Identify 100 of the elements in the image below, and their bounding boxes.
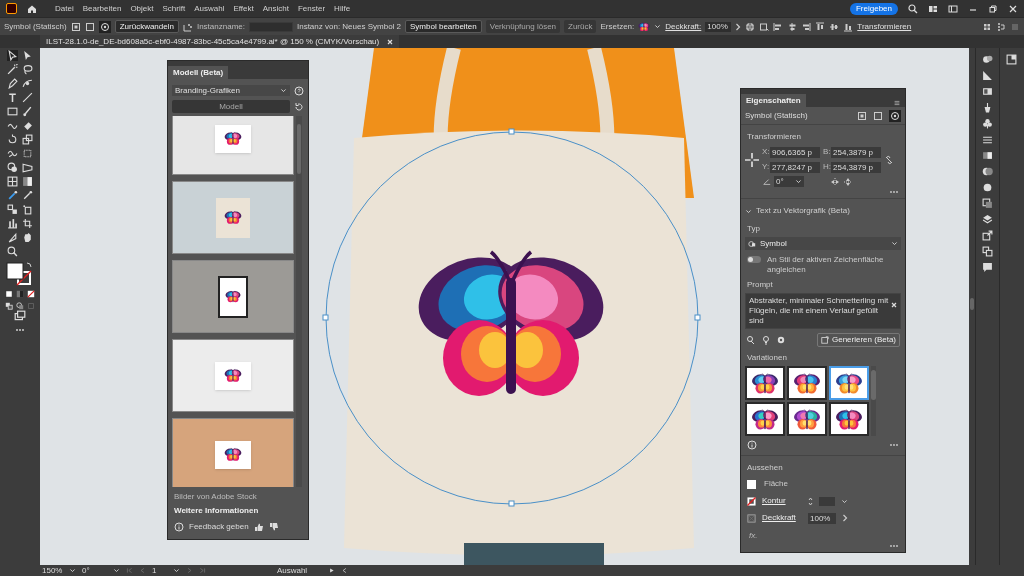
stroke-swatch[interactable] bbox=[747, 496, 756, 506]
blend-icon[interactable] bbox=[7, 204, 18, 215]
input-field[interactable]: 906,6365 p bbox=[770, 146, 820, 158]
reference-point-icon[interactable] bbox=[745, 152, 759, 167]
pen-icon[interactable] bbox=[7, 78, 18, 89]
flip-vertical-icon[interactable] bbox=[843, 176, 853, 187]
symbol-grid-icon[interactable] bbox=[182, 21, 193, 32]
panel-tab[interactable]: Modell (Beta) bbox=[168, 66, 229, 79]
properties-icon[interactable] bbox=[1006, 54, 1018, 65]
play-icon[interactable] bbox=[328, 567, 335, 574]
align-right-icon[interactable] bbox=[801, 21, 812, 32]
none-mode-icon[interactable] bbox=[27, 290, 35, 298]
align-middle-icon[interactable] bbox=[829, 21, 840, 32]
more-tools-icon[interactable] bbox=[15, 328, 25, 332]
angle-icon[interactable] bbox=[763, 177, 771, 186]
rotate-icon[interactable] bbox=[7, 134, 18, 145]
fill-swatch[interactable] bbox=[747, 479, 756, 489]
menu-item[interactable]: Objekt bbox=[130, 2, 154, 15]
brush-icon[interactable] bbox=[22, 106, 33, 117]
club-icon[interactable] bbox=[981, 118, 993, 129]
scrollbar[interactable] bbox=[296, 116, 302, 487]
gradient-panel-icon[interactable] bbox=[981, 70, 993, 81]
restore-icon[interactable] bbox=[988, 3, 998, 14]
variation-thumbnail[interactable] bbox=[829, 366, 869, 400]
share-button[interactable]: Freigeben bbox=[849, 2, 898, 15]
input-field[interactable]: 277,8247 p bbox=[770, 161, 820, 173]
dynamic-symbol-icon[interactable] bbox=[84, 21, 95, 32]
draw-normal-icon[interactable] bbox=[5, 302, 13, 310]
bar-chart-icon[interactable] bbox=[7, 218, 18, 229]
help-icon[interactable] bbox=[294, 85, 304, 96]
settings-icon[interactable] bbox=[776, 335, 786, 345]
menu-item[interactable]: Schrift bbox=[162, 2, 186, 15]
effects-button[interactable]: fx. bbox=[741, 530, 905, 542]
align-bottom-icon[interactable] bbox=[843, 21, 854, 32]
align-top-icon[interactable] bbox=[815, 21, 826, 32]
reset-icon[interactable] bbox=[294, 101, 304, 112]
color-guide-icon[interactable] bbox=[981, 54, 993, 65]
scale-icon[interactable] bbox=[22, 134, 33, 145]
mesh-icon[interactable] bbox=[7, 176, 18, 187]
zoom-icon[interactable] bbox=[7, 246, 18, 257]
panel-icon[interactable] bbox=[948, 3, 958, 14]
category-dropdown[interactable]: Branding-Grafiken bbox=[172, 85, 290, 96]
grid-icon[interactable] bbox=[982, 21, 992, 32]
dots-column-icon[interactable] bbox=[996, 21, 1006, 32]
selection-arrow-icon[interactable] bbox=[7, 50, 18, 61]
constrain-link-icon[interactable] bbox=[884, 154, 894, 165]
color-mode-icon[interactable] bbox=[5, 290, 13, 298]
opacity-label[interactable]: Deckkraft: bbox=[665, 20, 702, 33]
variation-thumbnail[interactable] bbox=[787, 402, 827, 436]
stepper-icon[interactable] bbox=[808, 496, 813, 506]
menu-item[interactable]: Hilfe bbox=[334, 2, 351, 15]
more-options-icon[interactable] bbox=[889, 190, 899, 194]
input-field[interactable]: 254,3879 p bbox=[831, 146, 881, 158]
mockup-photo[interactable] bbox=[172, 260, 294, 333]
lasso-icon[interactable] bbox=[22, 64, 33, 75]
transparency-icon[interactable] bbox=[981, 166, 993, 177]
artboards-icon[interactable] bbox=[981, 246, 993, 257]
magic-wand-icon[interactable] bbox=[7, 64, 18, 75]
dynamic-symbol-icon[interactable] bbox=[873, 110, 883, 121]
hand-icon[interactable] bbox=[22, 232, 33, 243]
screen-mode-icon[interactable] bbox=[14, 310, 26, 322]
draw-behind-icon[interactable] bbox=[16, 302, 24, 310]
align-left-icon[interactable] bbox=[773, 21, 784, 32]
line-tool-icon[interactable] bbox=[22, 92, 33, 103]
menu-item[interactable]: Datei bbox=[55, 2, 74, 15]
gradient-icon[interactable] bbox=[22, 176, 33, 187]
info-icon[interactable] bbox=[747, 440, 757, 450]
curvature-icon[interactable] bbox=[22, 78, 33, 89]
more-options-icon[interactable] bbox=[889, 443, 899, 447]
stroke-label[interactable]: Kontur bbox=[762, 495, 802, 507]
edit-symbol-button[interactable]: Symbol bearbeiten bbox=[405, 20, 482, 33]
target-icon[interactable] bbox=[98, 20, 111, 33]
free-transform-icon[interactable] bbox=[22, 148, 33, 159]
stroke-weight-field[interactable] bbox=[819, 496, 835, 506]
thumbs-down-icon[interactable] bbox=[268, 522, 279, 532]
angle-dropdown[interactable]: 0° bbox=[774, 176, 804, 187]
clear-icon[interactable] bbox=[891, 302, 897, 308]
eraser-icon[interactable] bbox=[22, 120, 33, 131]
shape-builder-icon[interactable] bbox=[7, 162, 18, 173]
globe-icon[interactable] bbox=[745, 21, 756, 32]
symbol-sprayer-icon[interactable] bbox=[22, 204, 33, 215]
home-icon[interactable] bbox=[27, 3, 37, 14]
panel-tab[interactable]: Eigenschaften bbox=[741, 94, 806, 107]
prompt-field[interactable]: Abstrakter, minimaler Schmetterling mit Flügeln, die mit einem Verlauf gefüllt sind bbox=[745, 293, 901, 329]
artboard-icon[interactable] bbox=[22, 218, 33, 229]
opacity-label[interactable]: Deckkraft bbox=[762, 512, 802, 524]
more-options-icon[interactable] bbox=[889, 544, 899, 548]
menu-item[interactable]: Effekt bbox=[233, 2, 254, 15]
type-tool-icon[interactable] bbox=[7, 92, 18, 103]
rectangle-tool-icon[interactable] bbox=[7, 106, 18, 117]
rotation-dropdown[interactable]: 0° bbox=[82, 564, 120, 576]
variation-thumbnail[interactable] bbox=[745, 366, 785, 400]
workspace-icon[interactable] bbox=[928, 3, 938, 14]
panel-menu-icon[interactable] bbox=[893, 99, 901, 107]
graphic-styles-icon[interactable] bbox=[981, 198, 993, 209]
scrollbar[interactable] bbox=[969, 48, 975, 565]
static-symbol-icon[interactable] bbox=[857, 110, 867, 121]
static-symbol-icon[interactable] bbox=[70, 21, 81, 32]
perspective-icon[interactable] bbox=[22, 162, 33, 173]
flip-horizontal-icon[interactable] bbox=[830, 176, 840, 187]
